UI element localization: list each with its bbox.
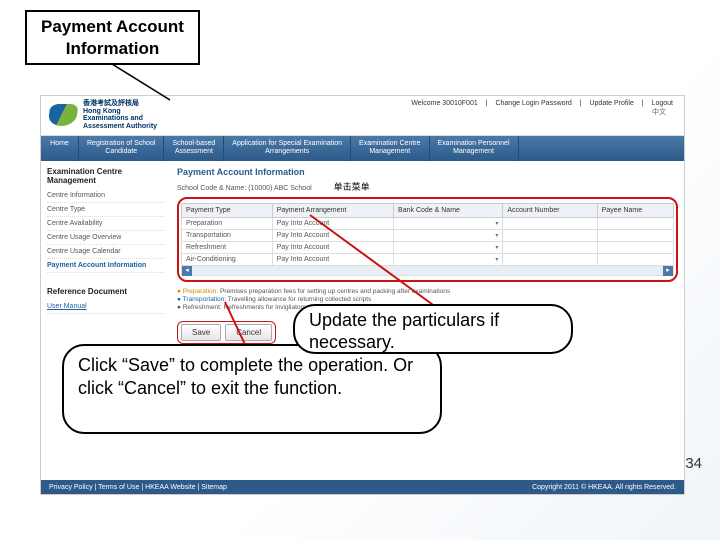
nav-tab-special-exam[interactable]: Application for Special Examination Arra… — [224, 136, 351, 161]
table-row: RefreshmentPay Into Account — [182, 241, 674, 253]
scroll-right-icon[interactable]: ▸ — [663, 266, 673, 276]
button-highlight: Save Cancel — [177, 321, 276, 344]
cell-arrangement: Pay Into Account — [272, 241, 393, 253]
link-logout[interactable]: Logout — [649, 100, 676, 107]
sidebar-item-centre-availability[interactable]: Centre Availability — [47, 217, 165, 231]
sidebar-item-usage-overview[interactable]: Centre Usage Overview — [47, 231, 165, 245]
payment-table: Payment Type Payment Arrangement Bank Co… — [181, 203, 674, 276]
sidebar-item-payment-account[interactable]: Payment Account Information — [47, 259, 165, 273]
annotation-save-cancel: Click “Save” to complete the operation. … — [62, 344, 442, 434]
annotation-update: Update the particulars if necessary. — [293, 304, 573, 354]
nav-bar: Home Registration of School Candidate Sc… — [41, 136, 684, 161]
account-input[interactable] — [503, 241, 597, 253]
cell-type: Refreshment — [182, 241, 273, 253]
payee-input[interactable] — [597, 217, 673, 229]
account-input[interactable] — [503, 217, 597, 229]
cell-type: Transportation — [182, 229, 273, 241]
lang-toggle[interactable]: 中文 — [408, 107, 676, 117]
cell-type: Preparation — [182, 217, 273, 229]
welcome-text: Welcome 30010F001 — [408, 100, 480, 107]
save-button[interactable]: Save — [181, 324, 221, 341]
col-bank[interactable]: Bank Code & Name — [394, 203, 503, 217]
col-arrangement[interactable]: Payment Arrangement — [272, 203, 393, 217]
sidebar-title: Examination Centre Management — [47, 167, 165, 185]
overlay-hint: 单击菜单 — [334, 182, 370, 192]
link-change-password[interactable]: Change Login Password — [492, 100, 574, 107]
nav-tab-registration[interactable]: Registration of School Candidate — [79, 136, 164, 161]
ref-doc-title: Reference Document — [47, 287, 165, 296]
payee-input[interactable] — [597, 253, 673, 265]
account-input[interactable] — [503, 229, 597, 241]
bank-select[interactable] — [394, 229, 503, 241]
sidebar-item-centre-info[interactable]: Centre Information — [47, 189, 165, 203]
cell-arrangement: Pay Into Account — [272, 253, 393, 265]
nav-tab-exam-centre[interactable]: Examination Centre Management — [351, 136, 429, 161]
title-l2: Information — [66, 39, 160, 58]
sidebar-item-centre-type[interactable]: Centre Type — [47, 203, 165, 217]
title-l1: Payment Account — [41, 17, 184, 36]
cell-arrangement: Pay Into Account — [272, 229, 393, 241]
cell-type: Air-Conditioning — [182, 253, 273, 265]
footer-bar: Privacy Policy | Terms of Use | HKEAA We… — [41, 480, 684, 494]
school-label: School Code & Name: — [177, 185, 246, 192]
bank-select[interactable] — [394, 253, 503, 265]
col-account-num[interactable]: Account Number — [503, 203, 597, 217]
account-input[interactable] — [503, 253, 597, 265]
footer-left[interactable]: Privacy Policy | Terms of Use | HKEAA We… — [49, 484, 227, 491]
nav-tab-sba[interactable]: School-based Assessment — [164, 136, 224, 161]
col-payment-type[interactable]: Payment Type — [182, 203, 273, 217]
logo-icon — [47, 104, 78, 126]
bank-select[interactable] — [394, 217, 503, 229]
payment-table-highlight: Payment Type Payment Arrangement Bank Co… — [177, 197, 678, 282]
cancel-button[interactable]: Cancel — [225, 324, 272, 341]
slide-number: 34 — [685, 455, 702, 472]
logo-text: 香港考試及評核局 Hong Kong Examinations and Asse… — [83, 100, 157, 131]
scroll-left-icon[interactable]: ◂ — [182, 266, 192, 276]
slide-title-callout: Payment Account Information — [25, 10, 200, 65]
col-payee[interactable]: Payee Name — [597, 203, 673, 217]
sidebar: Examination Centre Management Centre Inf… — [41, 161, 171, 350]
note-line: ● Preparation: Premises preparation fees… — [177, 288, 678, 296]
panel-title: Payment Account Information — [177, 167, 678, 177]
payee-input[interactable] — [597, 229, 673, 241]
school-value: (10000) ABC School — [248, 185, 311, 192]
app-screenshot: 香港考試及評核局 Hong Kong Examinations and Asse… — [40, 95, 685, 495]
table-row: PreparationPay Into Account — [182, 217, 674, 229]
sidebar-item-usage-calendar[interactable]: Centre Usage Calendar — [47, 245, 165, 259]
footer-right: Copyright 2011 © HKEAA. All rights Reser… — [532, 484, 676, 491]
h-scrollbar[interactable]: ◂ ▸ — [182, 265, 674, 275]
nav-tab-personnel[interactable]: Examination Personnel Management — [430, 136, 519, 161]
payee-input[interactable] — [597, 241, 673, 253]
table-row: TransportationPay Into Account — [182, 229, 674, 241]
app-header: 香港考試及評核局 Hong Kong Examinations and Asse… — [41, 96, 684, 136]
link-update-profile[interactable]: Update Profile — [586, 100, 636, 107]
header-links: Welcome 30010F001 | Change Login Passwor… — [408, 100, 676, 107]
nav-home[interactable]: Home — [41, 136, 79, 161]
cell-arrangement: Pay Into Account — [272, 217, 393, 229]
logo: 香港考試及評核局 Hong Kong Examinations and Asse… — [49, 100, 157, 131]
bank-select[interactable] — [394, 241, 503, 253]
ref-doc-link[interactable]: User Manual — [47, 300, 165, 314]
table-row: Air-ConditioningPay Into Account — [182, 253, 674, 265]
